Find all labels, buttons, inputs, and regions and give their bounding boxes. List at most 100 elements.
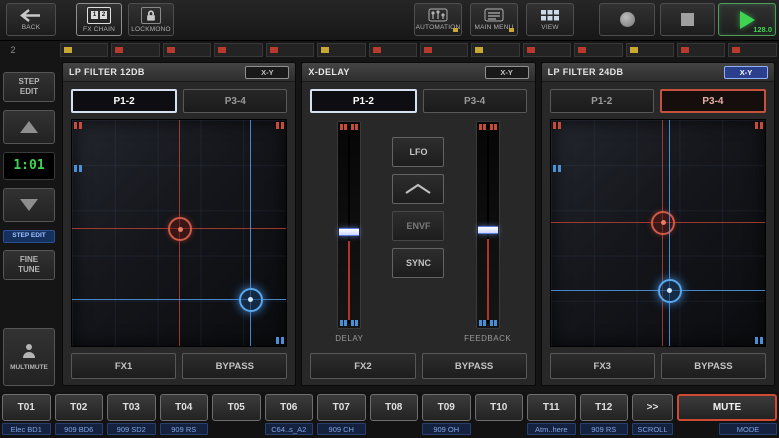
step-edit-button[interactable]: STEP EDIT: [3, 72, 55, 102]
fx-slot-indicator[interactable]: [163, 43, 211, 57]
xy-pad[interactable]: [550, 119, 766, 347]
meter-tick: [553, 165, 556, 172]
tab-p1-2[interactable]: P1-2: [310, 89, 416, 113]
panel-header: LP FILTER 24DB X-Y: [542, 63, 774, 82]
scroll-tracks-button[interactable]: >>: [632, 394, 673, 421]
track-cell: T01 Elec BD1: [2, 394, 51, 438]
track-button-t05[interactable]: T05: [212, 394, 261, 421]
track-name-label: Elec BD1: [2, 423, 51, 435]
record-button[interactable]: [599, 3, 655, 36]
grid-view-icon: [540, 9, 560, 22]
fx-slot-indicator[interactable]: [523, 43, 571, 57]
up-arrow-icon: [20, 121, 38, 133]
lfo-button[interactable]: LFO: [392, 137, 444, 167]
tab-p1-2[interactable]: P1-2: [71, 89, 177, 113]
slot-status-mark: [167, 47, 175, 53]
track-button-t10[interactable]: T10: [475, 394, 524, 421]
bypass-button[interactable]: BYPASS: [422, 353, 527, 379]
xy-toggle-button[interactable]: X-Y: [485, 66, 529, 79]
back-button[interactable]: BACK: [6, 3, 56, 36]
stop-button[interactable]: [660, 3, 715, 36]
track-button-t02[interactable]: T02: [55, 394, 104, 421]
track-name-label: 909 BD6: [55, 423, 104, 435]
lockmono-button[interactable]: LOCKMONO: [128, 3, 174, 36]
tab-p3-4[interactable]: P3-4: [660, 89, 766, 113]
automation-button[interactable]: AUTOMATION: [414, 3, 462, 36]
envf-button[interactable]: ENVF: [392, 211, 444, 241]
slot-status-mark: [321, 47, 329, 53]
fx-slot-indicator-row: 2: [0, 41, 779, 58]
step-down-button[interactable]: [3, 188, 55, 222]
delay-slider-handle[interactable]: [339, 228, 359, 236]
track-button-t06[interactable]: T06: [265, 394, 314, 421]
feedback-slider-handle[interactable]: [478, 226, 498, 234]
fx-slot-indicator[interactable]: [369, 43, 417, 57]
fx-slot-indicator[interactable]: [266, 43, 314, 57]
fine-tune-button[interactable]: FINE TUNE: [3, 250, 55, 280]
scroll-label: SCROLL: [632, 423, 673, 435]
bypass-button[interactable]: BYPASS: [182, 353, 287, 379]
fx-chain-button[interactable]: 1 2 FX CHAIN: [76, 3, 122, 36]
lfo-shape-button[interactable]: [392, 174, 444, 204]
xy-toggle-button[interactable]: X-Y: [724, 66, 768, 79]
fx-slot-indicator[interactable]: [574, 43, 622, 57]
meter-tick: [553, 122, 556, 129]
xy-pad[interactable]: [71, 119, 287, 347]
fx-chain-icon-digit-1: 1: [91, 11, 98, 19]
track-name-label: [370, 423, 419, 435]
fx3-select-button[interactable]: FX3: [550, 353, 655, 379]
play-button[interactable]: 128.0: [718, 3, 776, 36]
mute-mode-button[interactable]: MUTE: [677, 394, 777, 421]
fx-slot-indicator[interactable]: [317, 43, 365, 57]
bypass-button[interactable]: BYPASS: [661, 353, 766, 379]
sync-button[interactable]: SYNC: [392, 248, 444, 278]
track-cell: T05: [212, 394, 261, 438]
step-up-button[interactable]: [3, 110, 55, 144]
tab-p3-4[interactable]: P3-4: [423, 89, 527, 113]
panel-title: X-DELAY: [308, 67, 484, 77]
delay-slider[interactable]: [337, 121, 361, 329]
fx-slot-indicator[interactable]: [214, 43, 262, 57]
down-arrow-icon: [20, 199, 38, 211]
fx-slot-indicator[interactable]: [677, 43, 725, 57]
fx-slot-indicator[interactable]: [60, 43, 108, 57]
main-menu-button[interactable]: MAIN MENU: [470, 3, 518, 36]
fx-panels: LP FILTER 12DB X-Y P1-2 P3-4: [60, 60, 777, 392]
track-button-t01[interactable]: T01: [2, 394, 51, 421]
meter-tick: [276, 122, 279, 129]
fx-slot-indicator[interactable]: [626, 43, 674, 57]
fx-slot-indicator[interactable]: [420, 43, 468, 57]
track-button-t11[interactable]: T11: [527, 394, 576, 421]
slot-status-mark: [527, 47, 535, 53]
fx-slot-indicator[interactable]: [111, 43, 159, 57]
slot-status-mark: [115, 47, 123, 53]
track-button-t09[interactable]: T09: [422, 394, 471, 421]
xy-toggle-button[interactable]: X-Y: [245, 66, 289, 79]
tab-p3-4[interactable]: P3-4: [183, 89, 287, 113]
multimute-button[interactable]: MULTIMUTE: [3, 328, 55, 386]
tab-p1-2[interactable]: P1-2: [550, 89, 654, 113]
feedback-slider[interactable]: [476, 121, 500, 329]
view-button[interactable]: VIEW: [526, 3, 574, 36]
lockmono-label: LOCKMONO: [131, 26, 171, 33]
track-name-label: [212, 423, 261, 435]
meter-tick: [74, 165, 77, 172]
track-button-t07[interactable]: T07: [317, 394, 366, 421]
main-menu-icon: [484, 8, 504, 22]
multimute-label: MULTIMUTE: [10, 364, 48, 372]
slot-status-mark: [424, 47, 432, 53]
track-button-t04[interactable]: T04: [160, 394, 209, 421]
delay-slider-column: DELAY: [326, 121, 372, 347]
fx1-select-button[interactable]: FX1: [71, 353, 176, 379]
track-button-t12[interactable]: T12: [580, 394, 629, 421]
tempo-display[interactable]: 128.0: [753, 25, 772, 34]
record-circle-icon: [620, 12, 635, 27]
edit-mode-label: STEP EDIT: [3, 230, 55, 243]
fx-slot-indicator[interactable]: [471, 43, 519, 57]
fx-slot-indicator[interactable]: [728, 43, 776, 57]
track-button-t03[interactable]: T03: [107, 394, 156, 421]
track-button-t08[interactable]: T08: [370, 394, 419, 421]
fx2-select-button[interactable]: FX2: [310, 353, 415, 379]
position-display: 1:01: [3, 152, 55, 180]
fx-panel-lp-filter-24db: LP FILTER 24DB X-Y P1-2 P3-4: [541, 62, 775, 386]
